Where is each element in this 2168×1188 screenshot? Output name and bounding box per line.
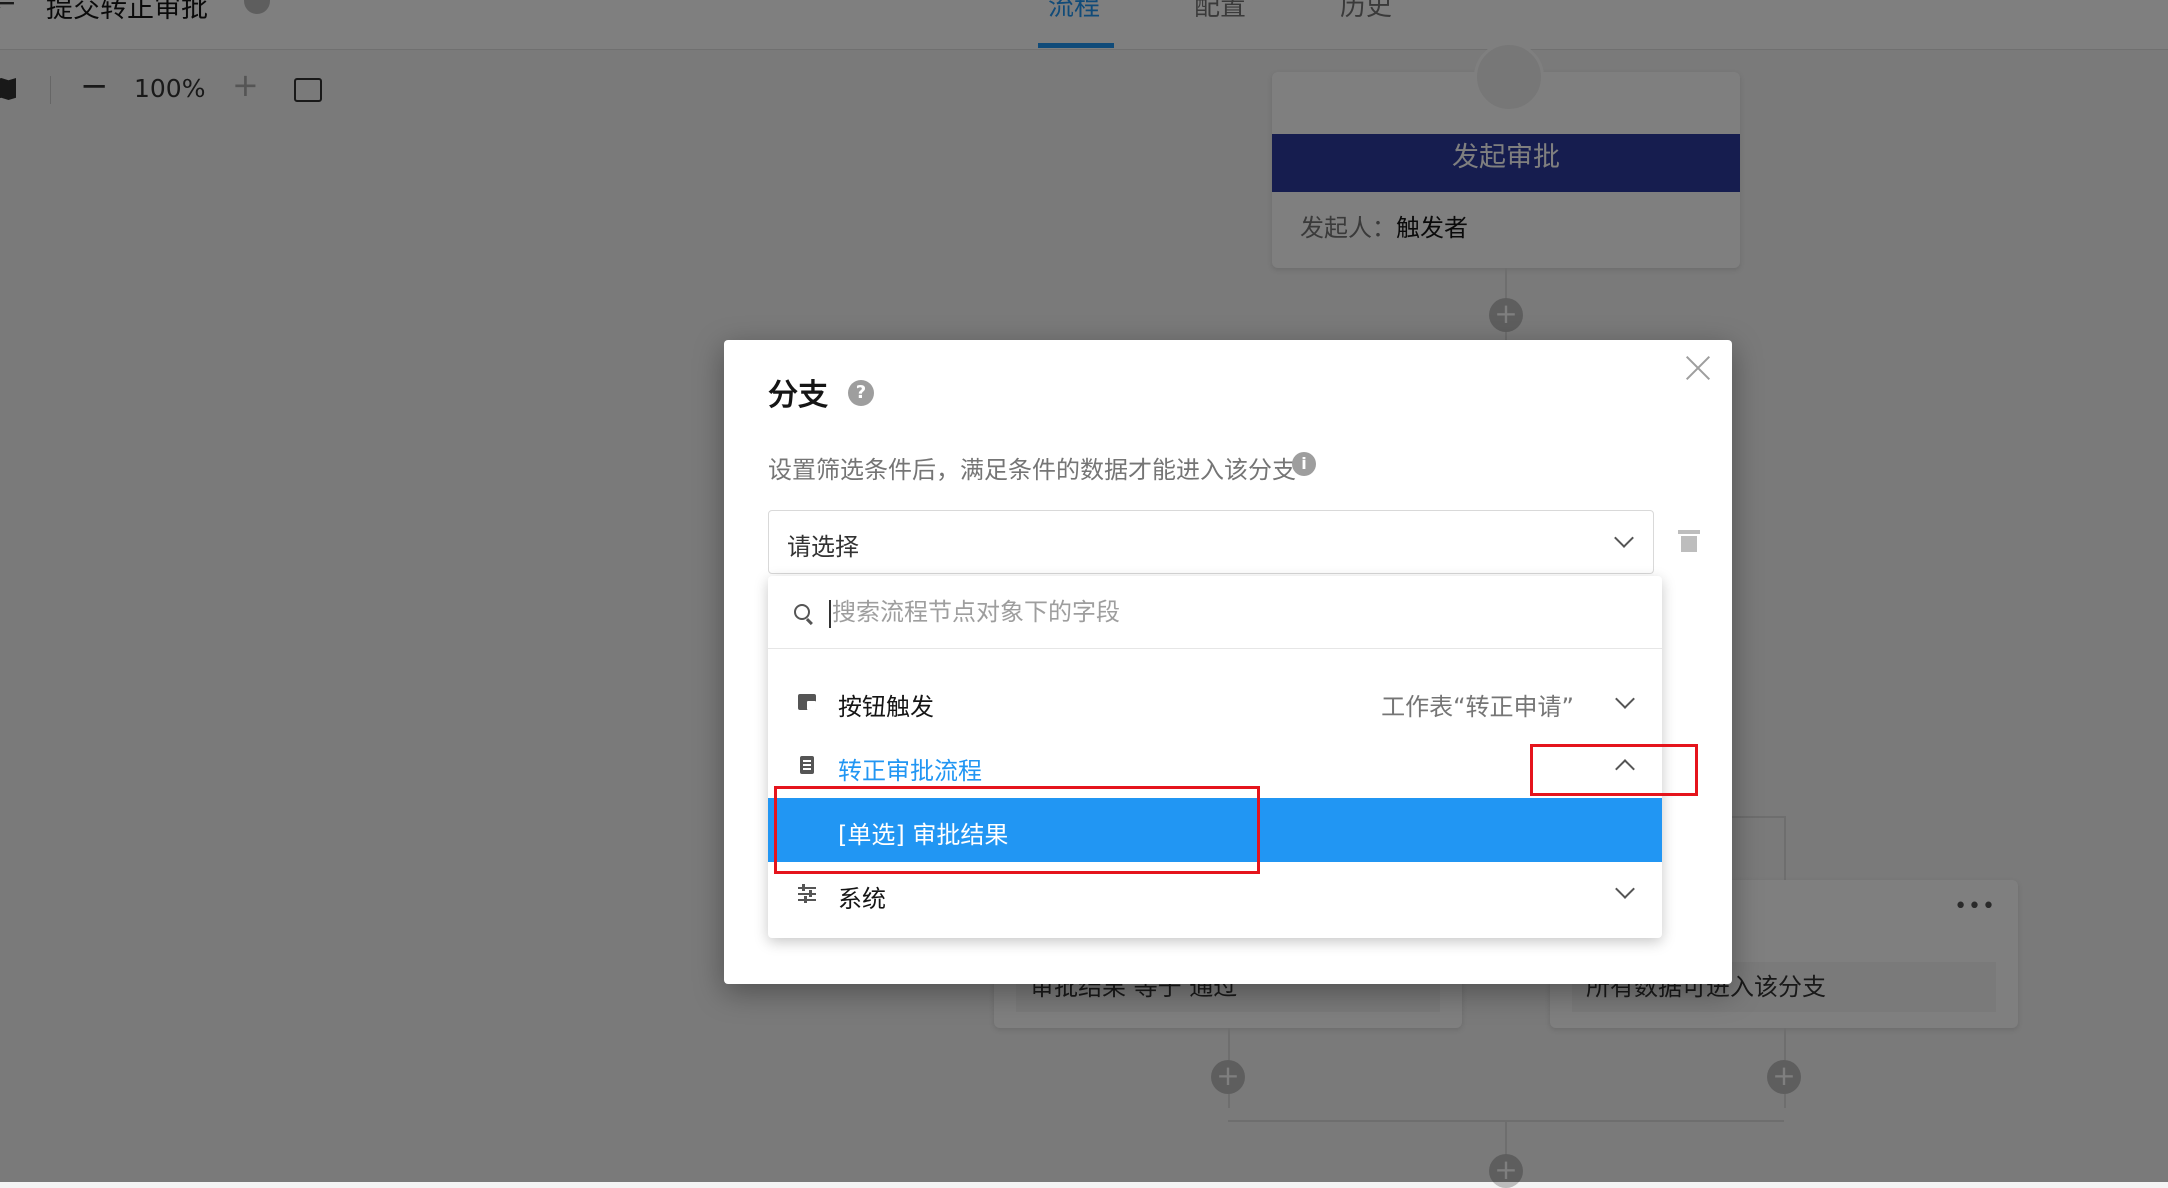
dropdown-search: [768, 576, 1662, 649]
info-icon[interactable]: i: [1292, 452, 1316, 476]
close-icon[interactable]: [1680, 350, 1716, 386]
field-dropdown: 按钮触发 工作表“转正申请” 转正审批流程 [单选] 审批结果 系统: [768, 576, 1662, 938]
list-item-detail: 工作表“转正申请”: [1381, 693, 1574, 721]
dialog-description: 设置筛选条件后，满足条件的数据才能进入该分支: [768, 456, 1296, 484]
search-input[interactable]: [832, 592, 1612, 632]
sliders-icon: [798, 884, 816, 903]
list-item-label: 按钮触发: [838, 693, 934, 721]
list-item-label: 转正审批流程: [838, 757, 982, 785]
chevron-down-icon: [1614, 528, 1634, 548]
slider-line: [798, 893, 816, 895]
condition-field-select[interactable]: 请选择: [768, 510, 1654, 574]
slider-knob: [804, 896, 807, 903]
slider-knob: [802, 884, 805, 891]
slider-knob: [809, 890, 812, 897]
select-placeholder: 请选择: [787, 533, 859, 561]
delete-icon[interactable]: [1678, 530, 1700, 552]
search-icon: [794, 604, 810, 620]
button-trigger-icon: [798, 694, 816, 710]
text-caret: [829, 600, 831, 628]
list-item-label: 系统: [838, 885, 886, 913]
list-item-button-trigger[interactable]: 按钮触发 工作表“转正申请”: [768, 670, 1662, 734]
highlight-box-selected-field: [774, 786, 1260, 874]
highlight-box-expand: [1530, 744, 1698, 796]
chevron-down-icon[interactable]: [1615, 879, 1635, 899]
approval-doc-icon: [800, 756, 814, 774]
slider-line: [798, 899, 816, 901]
question-icon[interactable]: ?: [848, 380, 874, 406]
delete-icon-lid: [1678, 530, 1700, 534]
chevron-down-icon[interactable]: [1615, 689, 1635, 709]
dialog-title: 分支: [768, 378, 828, 413]
delete-icon-body: [1681, 536, 1697, 552]
slider-line: [798, 887, 816, 889]
